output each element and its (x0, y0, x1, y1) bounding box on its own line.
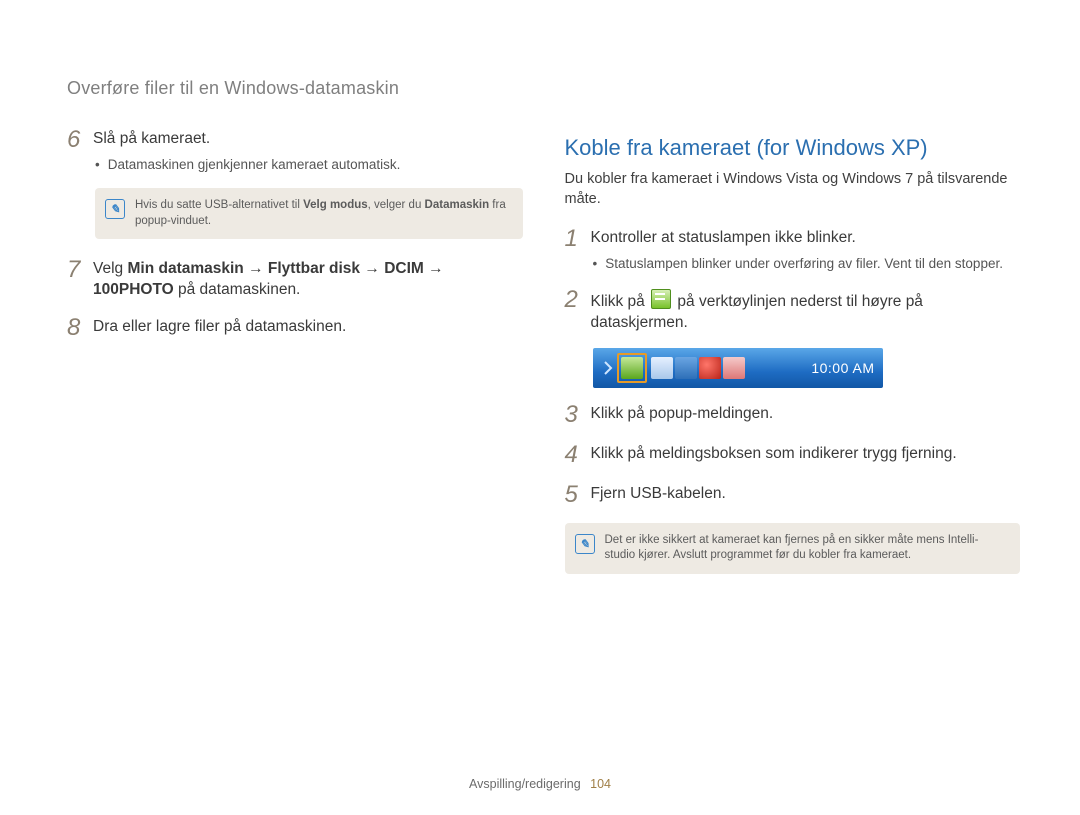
step-3: 3 Klikk på popup-meldingen. (565, 402, 1021, 428)
tray-clock: 10:00 AM (811, 360, 874, 376)
tray-icon (675, 357, 697, 379)
safely-remove-icon (651, 289, 671, 309)
step-number: 1 (565, 226, 591, 273)
page-title: Overføre filer til en Windows-datamaskin (67, 78, 1020, 99)
step-body: Klikk på på verktøylinjen nederst til hø… (591, 287, 1021, 334)
tray-safely-remove-icon (621, 357, 643, 379)
note-text: Det er ikke sikkert at kameraet kan fjer… (605, 533, 1009, 564)
page-footer: Avspilling/redigering 104 (0, 777, 1080, 791)
step-text: Dra eller lagre filer på datamaskinen. (93, 318, 346, 335)
step-body: Dra eller lagre filer på datamaskinen. (93, 315, 346, 341)
step-1: 1 Kontroller at statuslampen ikke blinke… (565, 226, 1021, 273)
page: Overføre filer til en Windows-datamaskin… (0, 0, 1080, 815)
step-number: 7 (67, 257, 93, 301)
step-text: Slå på kameraet. (93, 130, 210, 147)
footer-section: Avspilling/redigering (469, 777, 581, 791)
chevron-icon (601, 354, 615, 382)
step-text: Klikk på meldingsboksen som indikerer tr… (591, 445, 957, 462)
step-number: 2 (565, 287, 591, 334)
note-icon: ✎ (105, 199, 125, 219)
footer-page-number: 104 (590, 777, 611, 791)
step-body: Velg Min datamaskin → Flyttbar disk → DC… (93, 257, 523, 301)
note-icon: ✎ (575, 534, 595, 554)
step-text: Fjern USB-kabelen. (591, 485, 726, 502)
note-intellistudio: ✎ Det er ikke sikkert at kameraet kan fj… (565, 523, 1021, 574)
step-number: 5 (565, 482, 591, 508)
left-column: 6 Slå på kameraet. Datamaskinen gjenkjen… (67, 127, 523, 592)
step-7: 7 Velg Min datamaskin → Flyttbar disk → … (67, 257, 523, 301)
step-number: 4 (565, 442, 591, 468)
columns: 6 Slå på kameraet. Datamaskinen gjenkjen… (67, 127, 1020, 592)
step-6: 6 Slå på kameraet. Datamaskinen gjenkjen… (67, 127, 523, 174)
note-text: Hvis du satte USB-alternativet til Velg … (135, 198, 511, 229)
step-8: 8 Dra eller lagre filer på datamaskinen. (67, 315, 523, 341)
tray-volume-icon (699, 357, 721, 379)
step-number: 3 (565, 402, 591, 428)
step-number: 8 (67, 315, 93, 341)
step-text: Kontroller at statuslampen ikke blinker. (591, 229, 856, 246)
step-body: Kontroller at statuslampen ikke blinker.… (591, 226, 1003, 273)
step-bullet: Datamaskinen gjenkjenner kameraet automa… (93, 156, 400, 174)
section-subtext: Du kobler fra kameraet i Windows Vista o… (565, 169, 1021, 210)
step-4: 4 Klikk på meldingsboksen som indikerer … (565, 442, 1021, 468)
note-usb: ✎ Hvis du satte USB-alternativet til Vel… (95, 188, 523, 239)
step-5: 5 Fjern USB-kabelen. (565, 482, 1021, 508)
tray-highlight (617, 353, 647, 383)
tray-icon (723, 357, 745, 379)
step-body: Fjern USB-kabelen. (591, 482, 726, 508)
tray-icon (651, 357, 673, 379)
step-body: Klikk på meldingsboksen som indikerer tr… (591, 442, 957, 468)
step-2: 2 Klikk på på verktøylinjen nederst til … (565, 287, 1021, 334)
step-number: 6 (67, 127, 93, 174)
step-body: Slå på kameraet. Datamaskinen gjenkjenne… (93, 127, 400, 174)
systray-screenshot: 10:00 AM (593, 348, 883, 388)
step-text: Klikk på popup-meldingen. (591, 405, 774, 422)
step-body: Klikk på popup-meldingen. (591, 402, 774, 428)
right-column: Koble fra kameraet (for Windows XP) Du k… (565, 127, 1021, 592)
step-bullet: Statuslampen blinker under overføring av… (591, 255, 1003, 273)
section-title: Koble fra kameraet (for Windows XP) (565, 135, 1021, 161)
